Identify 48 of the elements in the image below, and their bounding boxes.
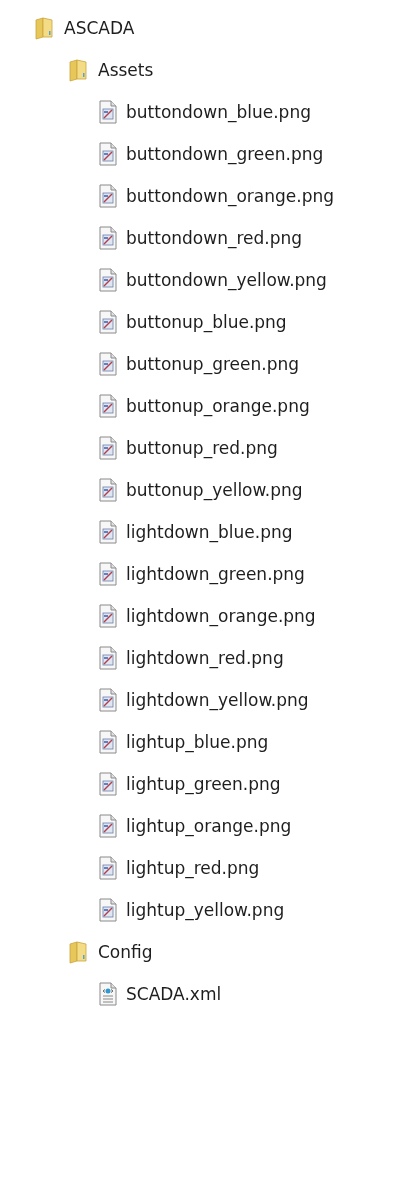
folder-name[interactable]: Config [98, 942, 153, 962]
file-name[interactable]: SCADA.xml [126, 984, 222, 1004]
image-file-icon [96, 646, 118, 670]
file-name[interactable]: lightdown_yellow.png [126, 690, 309, 710]
file-name[interactable]: buttondown_red.png [126, 228, 303, 248]
image-file-icon [96, 310, 118, 334]
file-name[interactable]: buttonup_blue.png [126, 312, 287, 332]
file-name[interactable]: lightup_green.png [126, 774, 281, 794]
file-name[interactable]: buttondown_yellow.png [126, 270, 327, 290]
folder-name[interactable]: Assets [98, 60, 154, 80]
image-file-icon [96, 898, 118, 922]
image-file-icon [96, 184, 118, 208]
file-name[interactable]: buttonup_yellow.png [126, 480, 303, 500]
file-name[interactable]: buttondown_blue.png [126, 102, 311, 122]
file-name[interactable]: lightdown_red.png [126, 648, 284, 668]
file-name[interactable]: lightup_blue.png [126, 732, 269, 752]
file-name[interactable]: lightup_red.png [126, 858, 260, 878]
folder-icon [68, 58, 90, 82]
file-name[interactable]: lightup_orange.png [126, 816, 292, 836]
file-name[interactable]: buttonup_orange.png [126, 396, 310, 416]
image-file-icon [96, 268, 118, 292]
image-file-icon [96, 730, 118, 754]
file-name[interactable]: buttonup_red.png [126, 438, 278, 458]
image-file-icon [96, 520, 118, 544]
image-file-icon [96, 226, 118, 250]
file-name[interactable]: lightdown_orange.png [126, 606, 316, 626]
image-file-icon [96, 436, 118, 460]
xml-file-icon [96, 982, 118, 1006]
folder-icon [68, 940, 90, 964]
image-file-icon [96, 856, 118, 880]
folder-icon [34, 16, 56, 40]
folder-name[interactable]: ASCADA [64, 18, 135, 38]
file-name[interactable]: lightdown_green.png [126, 564, 305, 584]
image-file-icon [96, 562, 118, 586]
file-name[interactable]: lightup_yellow.png [126, 900, 285, 920]
image-file-icon [96, 142, 118, 166]
file-name[interactable]: buttondown_orange.png [126, 186, 335, 206]
image-file-icon [96, 478, 118, 502]
file-name[interactable]: buttonup_green.png [126, 354, 299, 374]
image-file-icon [96, 604, 118, 628]
file-name[interactable]: buttondown_green.png [126, 144, 324, 164]
image-file-icon [96, 352, 118, 376]
image-file-icon [96, 688, 118, 712]
file-name[interactable]: lightdown_blue.png [126, 522, 293, 542]
image-file-icon [96, 772, 118, 796]
image-file-icon [96, 394, 118, 418]
image-file-icon [96, 814, 118, 838]
image-file-icon [96, 100, 118, 124]
